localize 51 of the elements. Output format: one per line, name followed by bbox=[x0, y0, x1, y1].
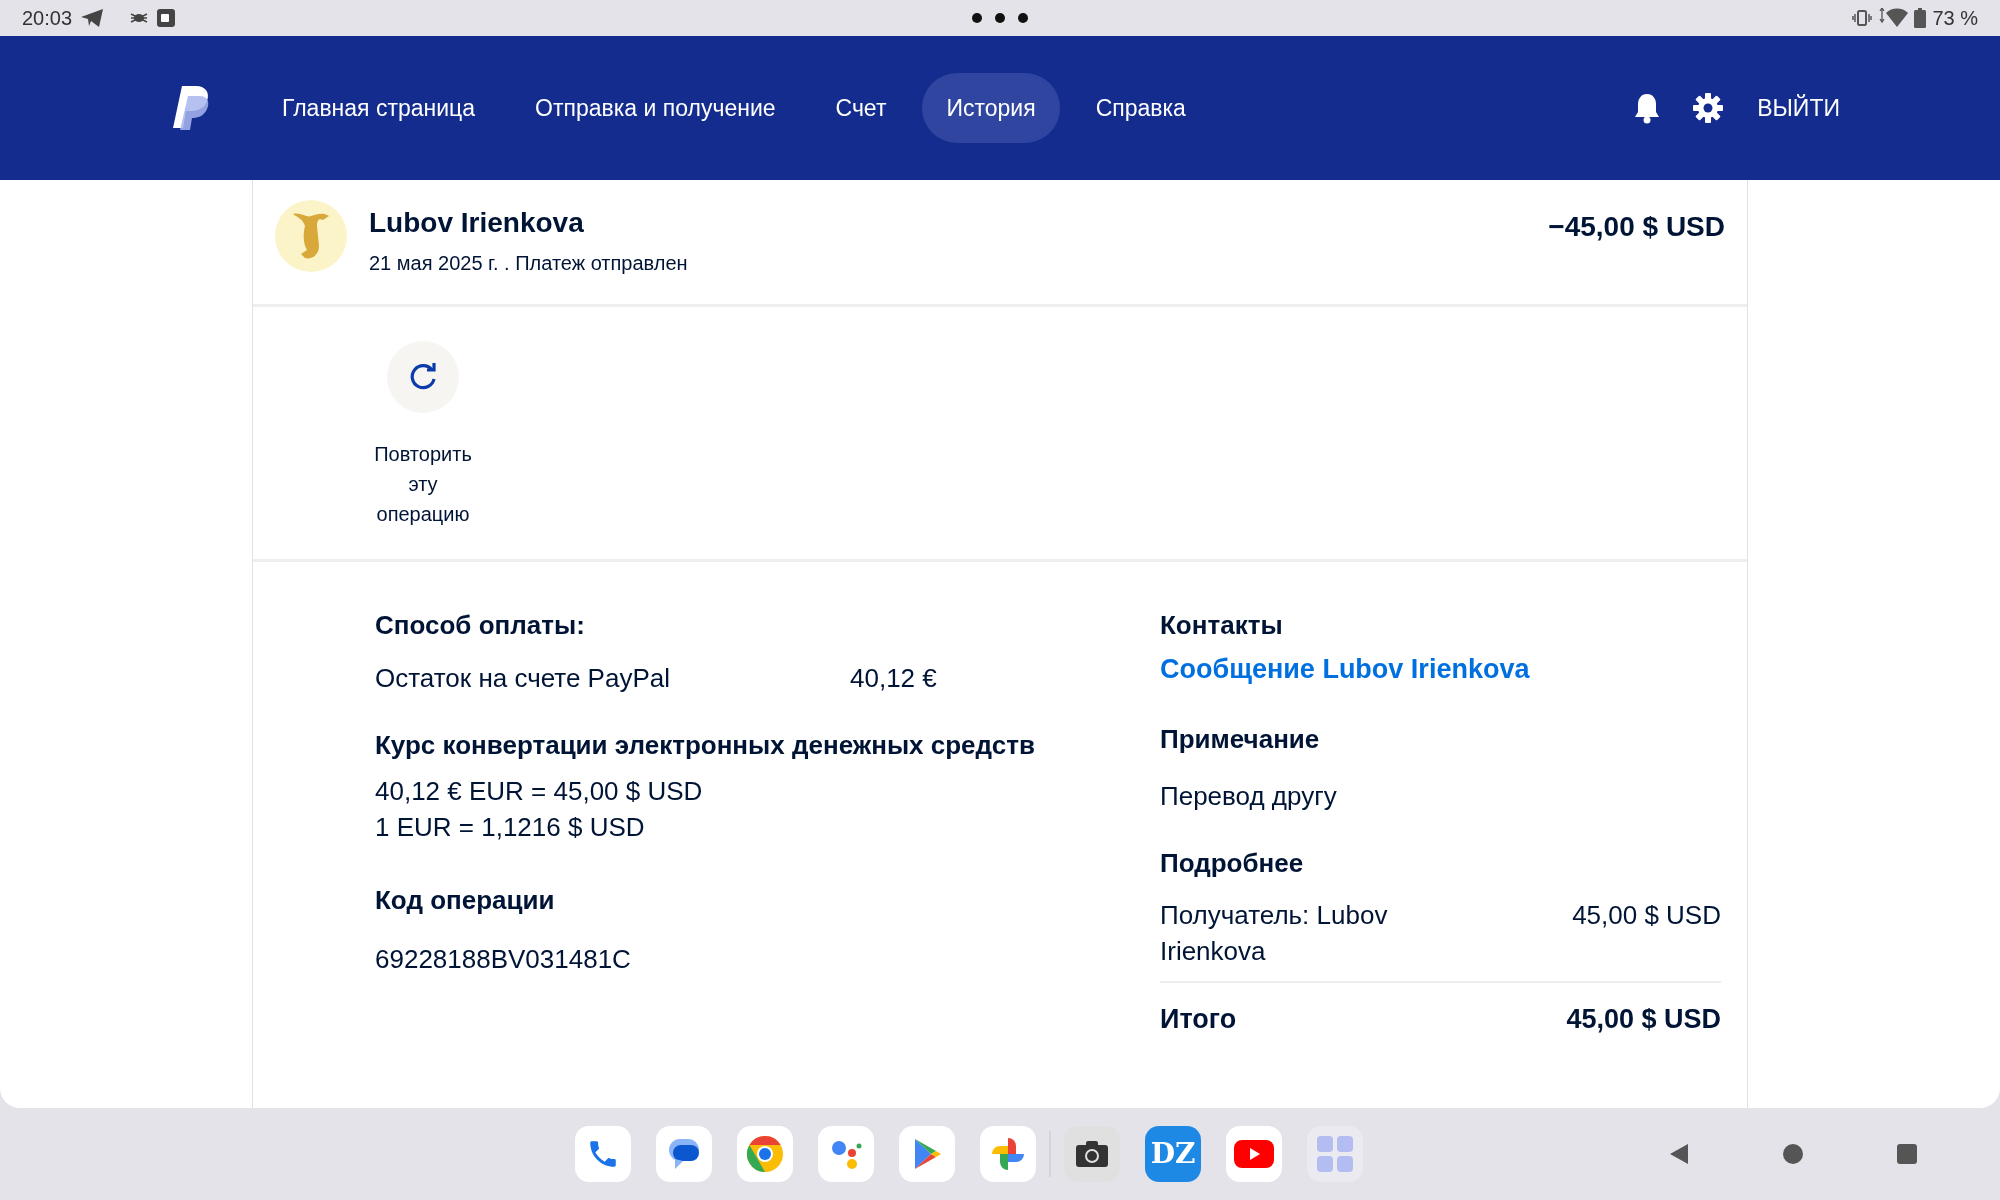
section-title: Контакты bbox=[1160, 609, 1284, 642]
nav-tab[interactable]: Счет bbox=[811, 73, 911, 143]
assistant-app-icon[interactable] bbox=[818, 1126, 874, 1182]
more-icon[interactable] bbox=[970, 11, 1030, 25]
settings-icon[interactable] bbox=[1693, 93, 1724, 123]
dz-app-icon[interactable]: DZ bbox=[1145, 1126, 1201, 1182]
recents-icon[interactable] bbox=[1896, 1143, 1918, 1165]
note-text: Перевод другу bbox=[1160, 779, 1338, 813]
transaction-subtitle: 21 мая 2025 г. . Платеж отправлен bbox=[369, 251, 688, 276]
vibrate-icon bbox=[1852, 9, 1873, 27]
section-title: Способ оплаты: bbox=[375, 609, 586, 642]
total-value: 45,00 $ USD bbox=[1566, 1002, 1721, 1036]
detail-value: 45,00 $ USD bbox=[1572, 898, 1721, 932]
payment-amount: 40,12 € bbox=[850, 662, 937, 695]
message-contact-link[interactable]: Сообщение Lubov Irienkova bbox=[1160, 649, 1721, 690]
status-time: 20:03 bbox=[22, 6, 73, 31]
payment-source: Остаток на счете PayPal bbox=[375, 662, 671, 695]
store-app-icon[interactable] bbox=[899, 1126, 955, 1182]
total-label: Итого bbox=[1160, 1002, 1237, 1036]
send-icon bbox=[80, 8, 105, 28]
contact-name: Lubov Irienkova bbox=[369, 206, 585, 240]
home-icon[interactable] bbox=[1782, 1143, 1804, 1165]
logout-link[interactable]: ВЫЙТИ bbox=[1757, 90, 1840, 126]
battery-percent: 73 % bbox=[1932, 6, 1978, 31]
bug-icon bbox=[130, 11, 149, 25]
section-title: Подробнее bbox=[1160, 846, 1305, 880]
operation-code: 69228188BV031481C bbox=[375, 943, 632, 976]
camera-app-icon[interactable] bbox=[1064, 1126, 1120, 1182]
detail-label: Получатель: Lubov Irienkova bbox=[1160, 898, 1389, 968]
nav-tab[interactable]: Главная страница bbox=[258, 73, 500, 143]
back-icon[interactable] bbox=[1668, 1142, 1690, 1166]
nav-tab[interactable]: Справка bbox=[1071, 73, 1210, 143]
video-app-icon[interactable] bbox=[1226, 1126, 1282, 1182]
logo-icon[interactable] bbox=[172, 86, 210, 130]
transaction-amount: −45,00 $ USD bbox=[1548, 210, 1725, 244]
messages-app-icon[interactable] bbox=[656, 1126, 712, 1182]
conversion-rate: 1 EUR = 1,1216 $ USD bbox=[375, 811, 646, 844]
nav-tab[interactable]: История bbox=[922, 73, 1060, 143]
photos-app-icon[interactable] bbox=[980, 1126, 1036, 1182]
section-title: Курс конвертации электронных денежных средств bbox=[375, 729, 1036, 762]
repeat-operation-button[interactable]: Повторить эту операцию bbox=[363, 341, 483, 529]
notification-bell-icon[interactable] bbox=[1633, 92, 1662, 124]
wifi-icon bbox=[1878, 8, 1909, 28]
section-title: Примечание bbox=[1160, 722, 1321, 756]
nav-tab[interactable]: Отправка и получение bbox=[511, 73, 800, 143]
phone-app-icon[interactable] bbox=[575, 1126, 631, 1182]
battery-icon bbox=[1914, 8, 1927, 28]
mail-app-icon bbox=[156, 8, 177, 28]
conversion-rate: 40,12 € EUR = 45,00 $ USD bbox=[375, 775, 704, 808]
browser-app-icon[interactable] bbox=[737, 1126, 793, 1182]
section-title: Код операции bbox=[375, 884, 556, 917]
